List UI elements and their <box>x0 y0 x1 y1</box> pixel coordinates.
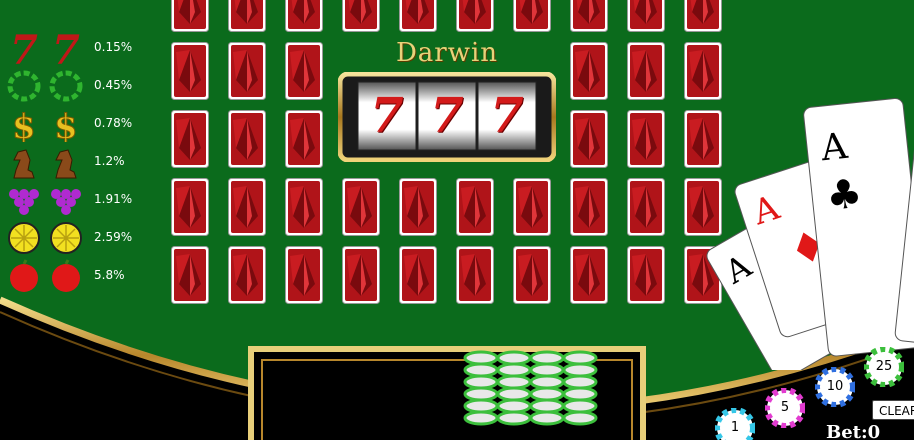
face-down-card[interactable] <box>285 42 323 100</box>
svg-text:7: 7 <box>10 30 38 66</box>
horse-knight-icon <box>55 149 77 179</box>
face-down-card[interactable] <box>456 0 494 32</box>
laurel-icon <box>7 70 41 102</box>
paytable-row: 7 7 0.15% <box>4 30 154 66</box>
seven-icon: 7 <box>10 30 38 66</box>
reel-symbol: 7 <box>490 88 524 144</box>
face-down-card[interactable] <box>342 0 380 32</box>
face-down-card[interactable] <box>399 178 437 236</box>
apple-icon <box>10 259 38 292</box>
face-down-card[interactable] <box>627 42 665 100</box>
face-down-card[interactable] <box>228 246 266 304</box>
svg-text:7: 7 <box>52 30 80 66</box>
slot-title: Darwin <box>395 38 499 68</box>
paytable-row: 5.8% <box>4 258 154 294</box>
face-down-card[interactable] <box>570 110 608 168</box>
lemon-icon <box>8 222 40 254</box>
face-down-card[interactable] <box>171 246 209 304</box>
chip-value: 25 <box>875 359 893 374</box>
face-down-card[interactable] <box>228 178 266 236</box>
face-down-card[interactable] <box>399 246 437 304</box>
dollar-icon: $ <box>54 107 79 143</box>
face-down-card[interactable] <box>285 178 323 236</box>
player-hand: A ♠ A ♦ A ♣ ♥ <box>706 81 914 370</box>
paytable-percent: 5.8% <box>94 268 125 282</box>
face-down-card[interactable] <box>570 0 608 32</box>
face-down-card[interactable] <box>684 0 722 32</box>
svg-text:$: $ <box>54 107 78 142</box>
face-down-card[interactable] <box>171 42 209 100</box>
chip-10[interactable]: 10 <box>814 366 856 408</box>
chip-stacks <box>463 350 598 426</box>
face-down-card[interactable] <box>342 246 380 304</box>
slot-reel: 7 <box>418 82 476 150</box>
paytable-percent: 0.45% <box>94 78 133 92</box>
paytable-percent: 1.91% <box>94 192 133 206</box>
horse-knight-icon <box>13 149 35 179</box>
apple-icon <box>52 259 80 292</box>
face-down-card[interactable] <box>171 110 209 168</box>
slot-machine: Darwin 7 7 7 <box>338 38 556 162</box>
paytable: 7 7 0.15% 0.45% $ $ 0.78% 1.2% 1.91% 2.5 <box>0 0 160 300</box>
slot-reel: 7 <box>358 82 416 150</box>
face-down-card[interactable] <box>171 0 209 32</box>
chip-value: 10 <box>826 379 844 394</box>
game-stage: 7 7 0.15% 0.45% $ $ 0.78% 1.2% 1.91% 2.5 <box>0 0 914 440</box>
lemon-icon <box>50 222 82 254</box>
paytable-percent: 0.78% <box>94 116 133 130</box>
face-down-card[interactable] <box>513 178 551 236</box>
face-down-card[interactable] <box>228 0 266 32</box>
face-down-card[interactable] <box>513 246 551 304</box>
chip-stack <box>562 350 598 426</box>
face-down-card[interactable] <box>627 246 665 304</box>
face-down-card[interactable] <box>513 0 551 32</box>
club-icon: ♣ <box>824 171 864 220</box>
svg-text:$: $ <box>12 107 36 142</box>
face-down-card[interactable] <box>228 110 266 168</box>
reel-symbol: 7 <box>370 88 404 144</box>
paytable-row: 1.2% <box>4 144 154 180</box>
face-down-card[interactable] <box>570 178 608 236</box>
chip-1[interactable]: 1 <box>714 407 756 440</box>
chip-5[interactable]: 5 <box>764 387 806 429</box>
face-down-card[interactable] <box>285 0 323 32</box>
reel-symbol: 7 <box>430 88 464 144</box>
paytable-percent: 1.2% <box>94 154 125 168</box>
grapes-icon <box>51 189 81 215</box>
face-down-card[interactable] <box>285 110 323 168</box>
laurel-icon <box>49 70 83 102</box>
grapes-icon <box>9 189 39 215</box>
paytable-row: 0.45% <box>4 68 154 104</box>
chip-value: 1 <box>730 420 740 435</box>
chip-value: 5 <box>780 400 790 415</box>
paytable-percent: 2.59% <box>94 230 133 244</box>
face-down-card[interactable] <box>456 178 494 236</box>
paytable-row: $ $ 0.78% <box>4 106 154 143</box>
face-down-card[interactable] <box>627 0 665 32</box>
face-down-card[interactable] <box>342 178 380 236</box>
face-down-card[interactable] <box>627 110 665 168</box>
face-down-card[interactable] <box>570 246 608 304</box>
dollar-icon: $ <box>12 107 37 143</box>
face-down-card[interactable] <box>285 246 323 304</box>
paytable-row: 1.91% <box>4 182 154 218</box>
face-down-card[interactable] <box>456 246 494 304</box>
seven-icon: 7 <box>52 30 80 66</box>
card-rank: A <box>818 126 850 170</box>
slot-reel: 7 <box>478 82 536 150</box>
face-down-card[interactable] <box>627 178 665 236</box>
face-down-card[interactable] <box>570 42 608 100</box>
clear-button[interactable]: CLEAR <box>872 400 914 420</box>
face-down-card[interactable] <box>171 178 209 236</box>
chip-stack <box>463 350 499 426</box>
chip-25[interactable]: 25 <box>863 346 905 388</box>
chip-stack <box>496 350 532 426</box>
face-down-card[interactable] <box>228 42 266 100</box>
face-down-card[interactable] <box>399 0 437 32</box>
chip-stack <box>529 350 565 426</box>
paytable-percent: 0.15% <box>94 40 133 54</box>
bet-amount: Bet:0 <box>826 422 881 440</box>
paytable-row: 2.59% <box>4 220 154 256</box>
